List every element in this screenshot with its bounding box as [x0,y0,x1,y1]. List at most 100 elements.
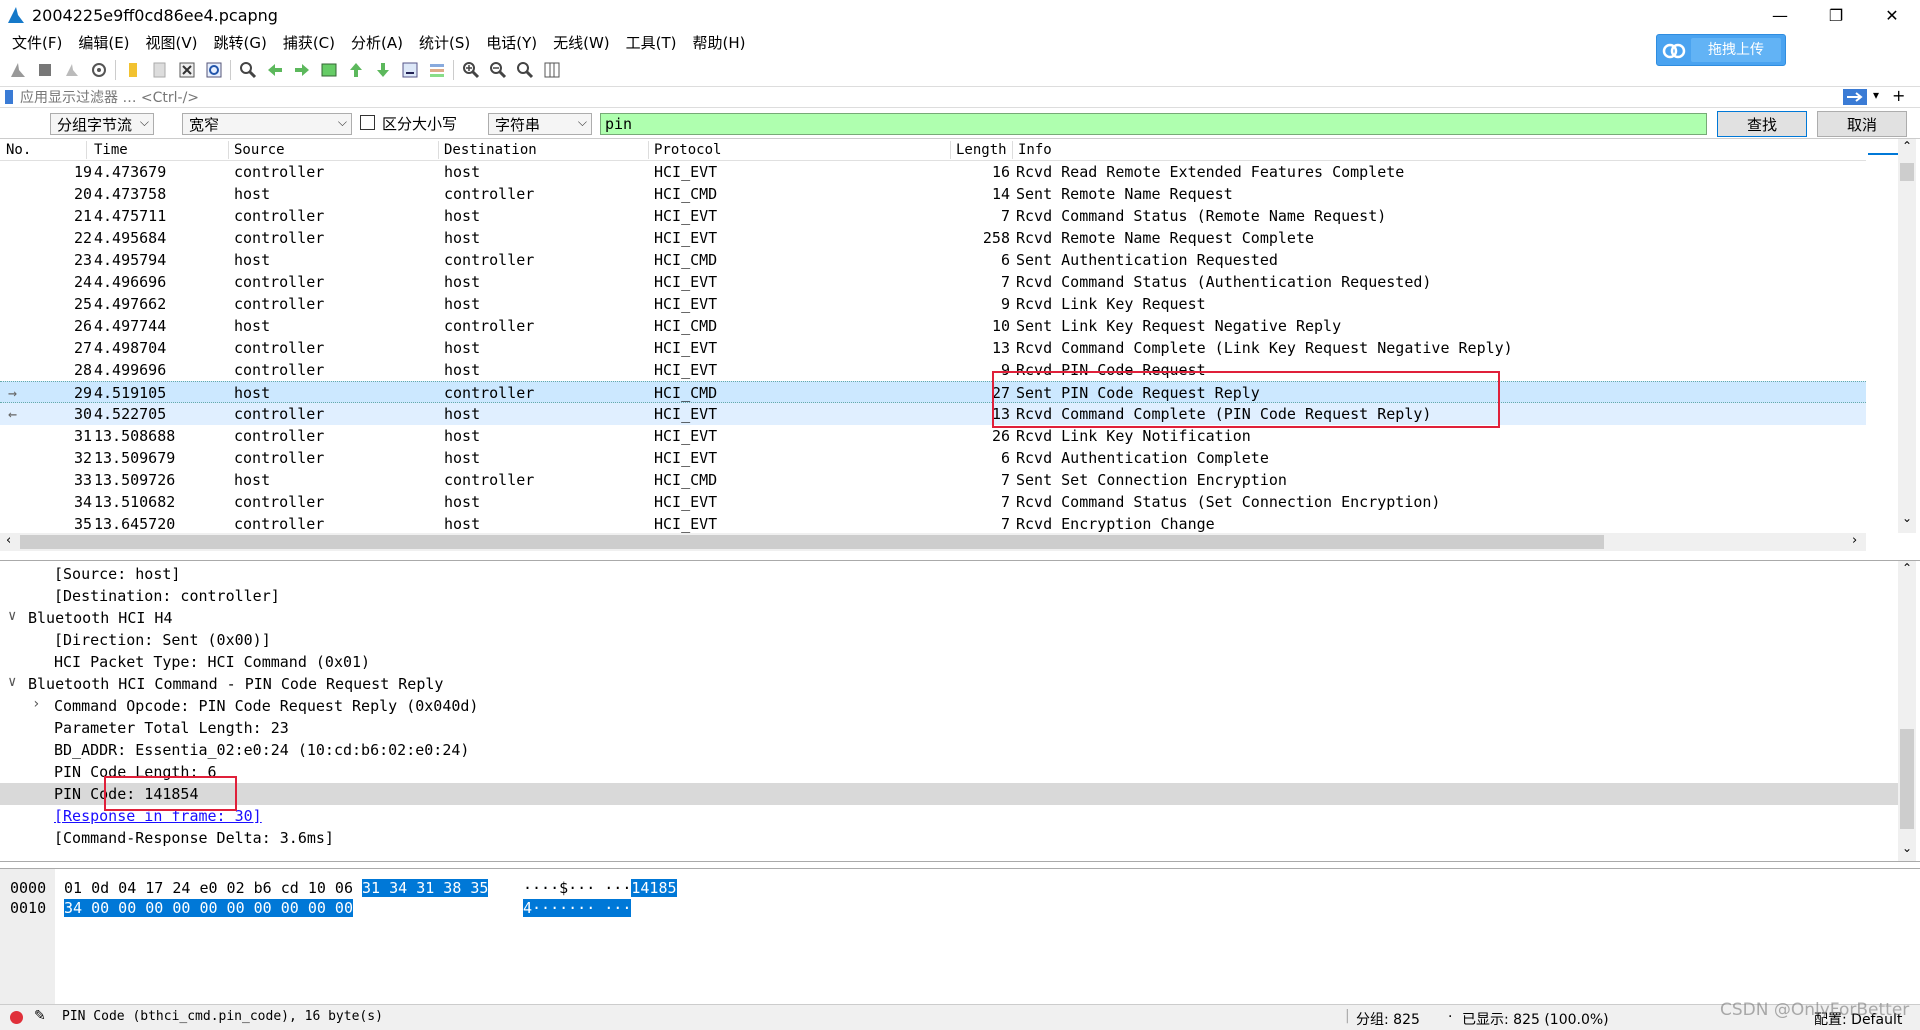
details-vscroll-thumb[interactable] [1900,729,1914,829]
packet-list-vscroll[interactable]: ⌃ ⌄ [1898,139,1916,533]
menu-item-2[interactable]: 视图(V) [138,32,206,53]
go-to-packet-icon[interactable] [315,57,342,83]
zoom-in-icon[interactable] [457,57,484,83]
packet-row[interactable]: 27 4.498704 controller host HCI_EVT 13 Rcvd Co… [0,337,1866,359]
scroll-down-icon[interactable]: ⌄ [1902,511,1912,525]
hex-bytes[interactable]: 01 0d 04 17 24 e0 02 b6 cd 10 06 31 34 3… [64,879,489,899]
column-length[interactable]: Length [956,142,1007,158]
close-file-icon[interactable] [173,57,200,83]
scroll-down-icon[interactable]: ⌄ [1902,841,1912,855]
packet-list-hscroll-thumb[interactable] [20,535,1604,549]
scroll-up-icon[interactable]: ⌃ [1902,139,1912,153]
menu-item-4[interactable]: 捕获(C) [275,32,343,53]
go-forward-icon[interactable] [288,57,315,83]
save-file-icon[interactable] [146,57,173,83]
packet-details-tree[interactable]: [Source: host] [Destination: controller] ∨… [0,560,1920,862]
collapse-icon[interactable]: ∨ [8,608,16,624]
open-file-icon[interactable] [119,57,146,83]
packet-list-vscroll-thumb[interactable] [1900,163,1914,181]
display-filter-input[interactable]: 应用显示过滤器 … <Ctrl-/> [20,87,199,107]
menu-item-9[interactable]: 工具(T) [618,32,685,53]
resize-columns-icon[interactable] [538,57,565,83]
close-button[interactable]: ✕ [1864,0,1920,30]
normal-size-icon[interactable] [511,57,538,83]
detail-row[interactable]: PIN Code Length: 6 [0,761,1898,783]
maximize-button[interactable]: ❐ [1808,0,1864,30]
find-query-input[interactable]: pin [600,113,1707,135]
scroll-right-icon[interactable]: › [1852,533,1857,548]
packet-row[interactable]: ← 30 4.522705 controller host HCI_EVT 13 Rcvd C… [0,403,1866,425]
packet-row[interactable]: 26 4.497744 host controller HCI_CMD 10 Sent Li… [0,315,1866,337]
menu-item-6[interactable]: 统计(S) [411,32,478,53]
last-packet-icon[interactable] [369,57,396,83]
packet-row[interactable]: 28 4.499696 controller host HCI_EVT 9 Rcvd PIN… [0,359,1866,381]
autoscroll-icon[interactable] [396,57,423,83]
expert-info-icon[interactable] [10,1011,23,1024]
display-filter-bar[interactable]: 应用显示过滤器 … <Ctrl-/> ▾ + [0,86,1920,108]
expand-icon[interactable]: › [32,696,40,712]
detail-row[interactable]: › Command Opcode: PIN Code Request Reply … [0,695,1898,717]
menu-item-0[interactable]: 文件(F) [4,32,70,53]
packet-row[interactable]: 21 4.475711 controller host HCI_EVT 7 Rcvd Com… [0,205,1866,227]
menu-item-5[interactable]: 分析(A) [343,32,411,53]
cancel-button[interactable]: 取消 [1817,111,1907,137]
detail-row[interactable]: [Command-Response Delta: 3.6ms] [0,827,1898,849]
find-packet-icon[interactable] [234,57,261,83]
column-info[interactable]: Info [1018,142,1052,158]
capture-options-icon[interactable] [85,57,112,83]
packet-row[interactable]: 23 4.495794 host controller HCI_CMD 6 Sent Aut… [0,249,1866,271]
add-filter-button-icon[interactable]: + [1892,86,1905,105]
menu-item-8[interactable]: 无线(W) [545,32,618,53]
detail-row[interactable]: PIN Code: 141854 [0,783,1898,805]
packet-row[interactable]: 34 13.510682 controller host HCI_EVT 7 Rcvd Co… [0,491,1866,513]
column-destination[interactable]: Destination [444,142,537,158]
packet-row[interactable]: → 29 4.519105 host controller HCI_CMD 27 Sent P… [0,381,1866,403]
packet-row[interactable]: 22 4.495684 controller host HCI_EVT 258 Rcvd R… [0,227,1866,249]
packet-row[interactable]: 35 13.645720 controller host HCI_EVT 7 Rcvd En… [0,513,1866,535]
search-type-select[interactable]: 字符串 ⌵ [488,113,592,135]
packet-row[interactable]: 24 4.496696 controller host HCI_EVT 7 Rcvd Com… [0,271,1866,293]
hex-ascii[interactable]: 4······· ··· [523,899,632,919]
detail-row[interactable]: Parameter Total Length: 23 [0,717,1898,739]
packet-row[interactable]: 25 4.497662 controller host HCI_EVT 9 Rcvd Lin… [0,293,1866,315]
detail-text[interactable]: [Response in frame: 30] [54,807,262,825]
packet-row[interactable]: 19 4.473679 controller host HCI_EVT 16 Rcvd Re… [0,161,1866,183]
character-width-select[interactable]: 宽窄 ⌵ [182,113,352,135]
filter-dropdown-icon[interactable]: ▾ [1873,88,1879,102]
detail-row[interactable]: ∨ Bluetooth HCI H4 [0,607,1898,629]
detail-row[interactable]: [Response in frame: 30] [0,805,1898,827]
restart-capture-icon[interactable] [58,57,85,83]
start-capture-icon[interactable] [4,57,31,83]
menu-item-1[interactable]: 编辑(E) [70,32,137,53]
scroll-up-icon[interactable]: ⌃ [1902,561,1912,575]
minimize-button[interactable]: — [1752,0,1808,30]
packet-row[interactable]: 33 13.509726 host controller HCI_CMD 7 Sent Se… [0,469,1866,491]
bookmark-icon[interactable] [4,89,16,105]
menu-item-7[interactable]: 电话(Y) [478,32,545,53]
detail-row[interactable]: ∨ Bluetooth HCI Command - PIN Code Reques… [0,673,1898,695]
menu-item-10[interactable]: 帮助(H) [685,32,754,53]
upload-widget[interactable]: 拖拽上传 [1656,34,1786,66]
go-back-icon[interactable] [261,57,288,83]
packet-list[interactable]: No. Time Source Destination Protocol Len… [0,138,1920,551]
packet-row[interactable]: 31 13.508688 controller host HCI_EVT 26 Rcvd L… [0,425,1866,447]
apply-filter-arrow-icon[interactable] [1843,89,1867,105]
column-no[interactable]: No. [6,142,31,158]
detail-row[interactable]: [Source: host] [0,563,1898,585]
zoom-out-icon[interactable] [484,57,511,83]
search-in-select[interactable]: 分组字节流 ⌵ [50,113,154,135]
detail-row[interactable]: HCI Packet Type: HCI Command (0x01) [0,651,1898,673]
colorize-icon[interactable] [423,57,450,83]
column-time[interactable]: Time [94,142,128,158]
column-protocol[interactable]: Protocol [654,142,721,158]
stop-capture-icon[interactable] [31,57,58,83]
packet-bytes-pane[interactable]: 0000 01 0d 04 17 24 e0 02 b6 cd 10 06 31 … [0,868,1920,1005]
detail-row[interactable]: [Direction: Sent (0x00)] [0,629,1898,651]
collapse-icon[interactable]: ∨ [8,674,16,690]
packet-row[interactable]: 32 13.509679 controller host HCI_EVT 6 Rcvd Au… [0,447,1866,469]
packet-list-hscroll[interactable]: ‹ › [0,533,1866,551]
hex-bytes[interactable]: 34 00 00 00 00 00 00 00 00 00 00 [64,899,353,919]
column-source[interactable]: Source [234,142,285,158]
case-sensitive-checkbox[interactable] [360,115,375,130]
detail-row[interactable]: [Destination: controller] [0,585,1898,607]
